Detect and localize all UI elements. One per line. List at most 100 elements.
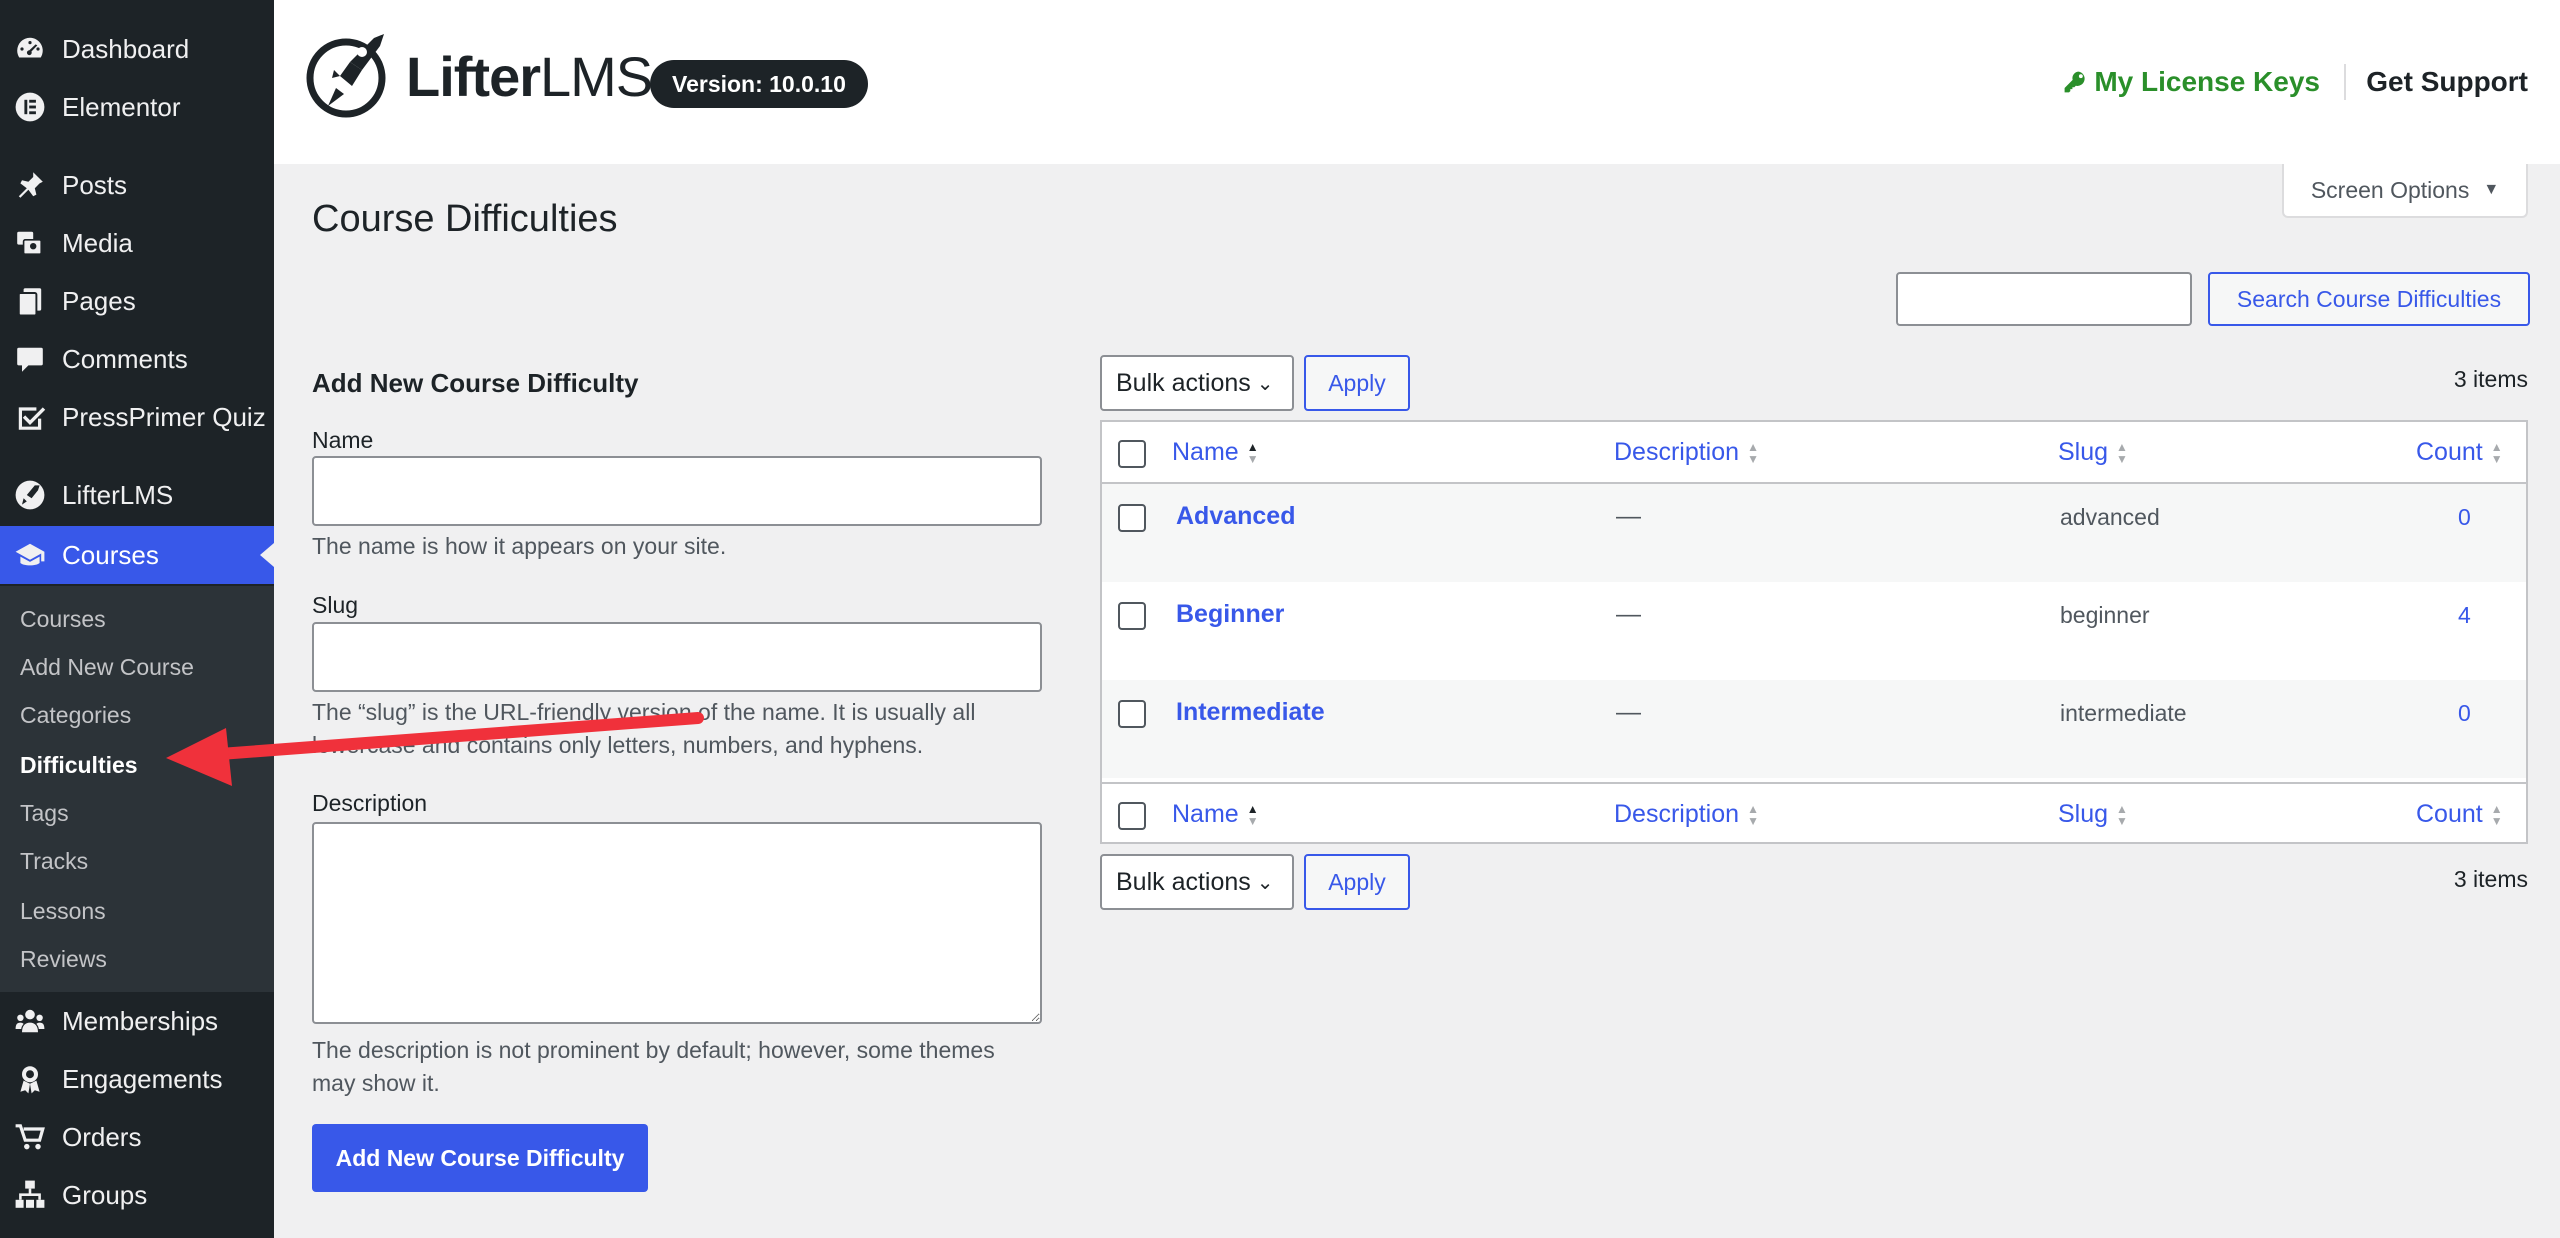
sidebar-item-label: Courses [62, 539, 159, 570]
submenu-item-categories[interactable]: Categories [20, 702, 131, 729]
sidebar-item-courses[interactable]: Courses [0, 526, 274, 584]
table-row: Advanced — advanced 0 [1102, 484, 2526, 582]
table-footer: Name ▲ ▼ Description ▲ ▼ Slug ▲ ▼ Count ▲ ▼ [1102, 782, 2526, 844]
column-header-name[interactable]: Name ▲ ▼ [1172, 438, 1259, 467]
column-label: Slug [2058, 438, 2109, 466]
slug-help-text: The “slug” is the URL-friendly version o… [312, 699, 976, 758]
sidebar-item-pressprimer-quiz[interactable]: PressPrimer Quiz [0, 388, 274, 446]
get-support-link[interactable]: Get Support [2366, 66, 2528, 98]
term-name-link[interactable]: Intermediate [1176, 698, 1325, 727]
submenu-item-lessons[interactable]: Lessons [20, 898, 106, 925]
apply-button-bottom[interactable]: Apply [1304, 854, 1410, 910]
submenu-item-add-new-course[interactable]: Add New Course [20, 654, 194, 681]
apply-button-top[interactable]: Apply [1304, 355, 1410, 411]
bulk-actions-label: Bulk actions [1116, 368, 1251, 397]
column-footer-count[interactable]: Count ▲ ▼ [2416, 800, 2503, 829]
description-help-text: The description is not prominent by defa… [312, 1037, 995, 1096]
table-row: Intermediate — intermediate 0 [1102, 680, 2526, 778]
sidebar-item-label: Elementor [62, 91, 181, 122]
sidebar-item-label: Dashboard [62, 33, 190, 64]
sidebar-item-label: Groups [62, 1179, 148, 1210]
term-count-link[interactable]: 0 [2458, 504, 2471, 531]
group-icon [0, 1005, 62, 1037]
column-footer-description[interactable]: Description ▲ ▼ [1614, 800, 1759, 829]
sort-icon: ▲ ▼ [2116, 801, 2128, 828]
sidebar-item-comments[interactable]: Comments [0, 330, 274, 388]
slug-field[interactable] [312, 622, 1042, 692]
description-field[interactable] [312, 822, 1042, 1024]
items-count-top: 3 items [2453, 366, 2528, 392]
sidebar-item-label: LifterLMS [62, 479, 174, 510]
term-count-link[interactable]: 0 [2458, 700, 2471, 727]
description-label: Description [312, 790, 428, 816]
sidebar-item-orders[interactable]: Orders [0, 1108, 274, 1166]
sidebar-item-label: Orders [62, 1121, 142, 1152]
column-label: Description [1614, 800, 1740, 828]
column-header-slug[interactable]: Slug ▲ ▼ [2058, 438, 2128, 467]
sidebar-item-label: Comments [62, 343, 188, 374]
items-count-bottom: 3 items [2453, 866, 2528, 892]
screen-options-button[interactable]: Screen Options ▼ [2282, 164, 2528, 218]
term-count-link[interactable]: 4 [2458, 602, 2471, 629]
name-label: Name [312, 427, 374, 453]
sort-icon: ▲ ▼ [2490, 801, 2503, 828]
version-badge: Version: 10.0.10 [650, 60, 868, 108]
submenu-item-difficulties[interactable]: Difficulties [20, 752, 138, 779]
sidebar-item-pages[interactable]: Pages [0, 272, 274, 330]
name-help-text: The name is how it appears on your site. [312, 533, 727, 559]
page-title: Course Difficulties [312, 198, 618, 240]
term-name-link[interactable]: Beginner [1176, 600, 1284, 629]
sidebar-item-elementor[interactable]: Elementor [0, 78, 274, 136]
pin-icon [0, 169, 62, 201]
column-header-count[interactable]: Count ▲ ▼ [2416, 438, 2503, 467]
sidebar-item-label: Memberships [62, 1005, 219, 1036]
search-input[interactable] [1896, 272, 2192, 326]
header-divider [2344, 64, 2346, 100]
term-slug: advanced [2060, 504, 2160, 530]
column-header-description[interactable]: Description ▲ ▼ [1614, 438, 1759, 467]
add-new-course-difficulty-button[interactable]: Add New Course Difficulty [312, 1124, 648, 1192]
table-header: Name ▲ ▼ Description ▲ ▼ Slug ▲ ▼ Count ▲ ▼ [1102, 422, 2526, 484]
row-checkbox[interactable] [1118, 700, 1146, 728]
submenu-item-tags[interactable]: Tags [20, 800, 69, 827]
column-footer-name[interactable]: Name ▲ ▼ [1172, 800, 1259, 829]
lifterlms-header: LifterLMS Version: 10.0.10 My License Ke… [274, 0, 2560, 164]
chevron-down-icon: ⌄ [1256, 372, 1274, 395]
sort-icon: ▲ ▼ [1246, 801, 1259, 828]
row-checkbox[interactable] [1118, 504, 1146, 532]
submenu-item-courses[interactable]: Courses [20, 606, 106, 633]
search-course-difficulties-button[interactable]: Search Course Difficulties [2208, 272, 2530, 326]
table-row: Beginner — beginner 4 [1102, 582, 2526, 680]
submenu-item-tracks[interactable]: Tracks [20, 848, 88, 875]
sort-icon: ▲ ▼ [1747, 439, 1759, 466]
bulk-actions-select-top[interactable]: Bulk actions ⌄ [1100, 355, 1294, 411]
term-name-link[interactable]: Advanced [1176, 502, 1295, 531]
sidebar-item-media[interactable]: Media [0, 214, 274, 272]
elementor-icon [0, 91, 62, 123]
sidebar-item-lifterlms[interactable]: LifterLMS [0, 466, 274, 524]
sidebar-item-engagements[interactable]: Engagements [0, 1050, 274, 1108]
submenu-item-reviews[interactable]: Reviews [20, 946, 107, 973]
select-all-checkbox-footer[interactable] [1118, 802, 1146, 830]
sidebar-item-memberships[interactable]: Memberships [0, 992, 274, 1050]
my-license-keys-link[interactable]: My License Keys [2062, 66, 2320, 98]
column-label: Slug [2058, 800, 2109, 828]
media-icon [0, 227, 62, 259]
sidebar-item-label: Posts [62, 169, 128, 200]
sidebar-item-groups[interactable]: Groups [0, 1166, 274, 1224]
name-field[interactable] [312, 456, 1042, 526]
sidebar-item-label: PressPrimer Quiz [62, 401, 266, 432]
sort-icon: ▲ ▼ [1747, 801, 1759, 828]
pages-icon [0, 285, 62, 317]
column-footer-slug[interactable]: Slug ▲ ▼ [2058, 800, 2128, 829]
lifterlms-rocket-icon [306, 34, 386, 118]
sidebar-item-dashboard[interactable]: Dashboard [0, 20, 274, 78]
difficulties-table: Name ▲ ▼ Description ▲ ▼ Slug ▲ ▼ Count ▲ ▼ … [1100, 420, 2528, 844]
cart-icon [0, 1121, 62, 1153]
sidebar-item-posts[interactable]: Posts [0, 156, 274, 214]
slug-label: Slug [312, 592, 359, 618]
checkbox-icon [0, 401, 62, 433]
row-checkbox[interactable] [1118, 602, 1146, 630]
select-all-checkbox[interactable] [1118, 440, 1146, 468]
bulk-actions-select-bottom[interactable]: Bulk actions ⌄ [1100, 854, 1294, 910]
